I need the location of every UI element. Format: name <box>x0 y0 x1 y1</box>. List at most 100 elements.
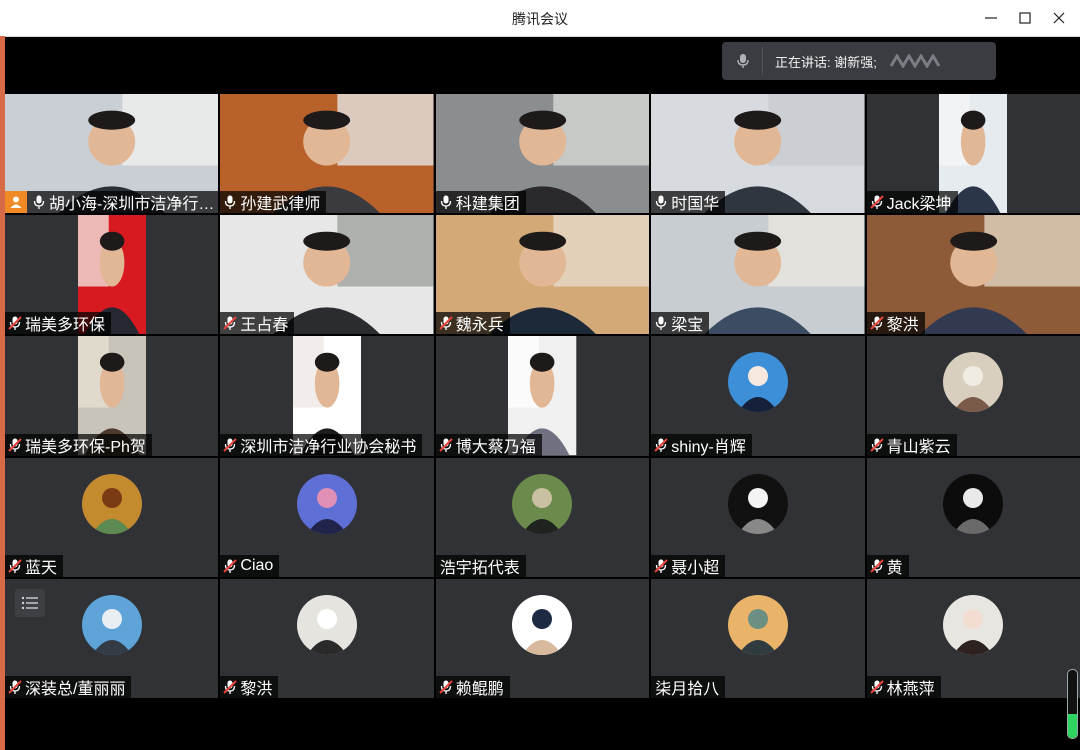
participant-name: 时国华 <box>671 196 720 214</box>
avatar-image <box>297 594 358 655</box>
microphone-muted-icon <box>869 437 884 452</box>
participant-tile[interactable]: 魏永兵 <box>435 215 650 335</box>
participant-tile[interactable]: 黄 <box>866 457 1080 577</box>
participant-tile[interactable]: 聂小超 <box>651 457 865 577</box>
participant-name: Ciao <box>240 556 274 574</box>
participant-name: 博大蔡乃福 <box>455 438 536 456</box>
microphone-muted-icon <box>439 680 453 694</box>
speaking-separator <box>762 47 763 75</box>
minimize-button[interactable] <box>976 6 1006 30</box>
close-button[interactable] <box>1044 6 1074 30</box>
participant-tile[interactable]: 孙建武律师 <box>220 94 434 214</box>
minimize-icon <box>985 17 997 19</box>
participant-tile[interactable]: 赖鲲鹏 <box>435 578 650 698</box>
participant-name-label: 柒月拾八 <box>651 675 726 698</box>
participant-name-label: 赖鲲鹏 <box>435 675 510 698</box>
avatar <box>943 594 1004 655</box>
microphone-icon <box>33 195 45 210</box>
avatar <box>727 352 788 413</box>
title-bar: 腾讯会议 <box>0 0 1080 37</box>
participant-tile[interactable]: Jack梁坤 <box>866 94 1080 214</box>
microphone-muted-icon <box>439 316 453 331</box>
avatar-image <box>727 473 788 534</box>
participant-tile[interactable]: 瑞美多环保 <box>5 215 219 335</box>
participant-name: 聂小超 <box>671 559 720 577</box>
avatar <box>943 473 1004 534</box>
participant-tile[interactable]: 时国华 <box>651 94 865 214</box>
window-title: 腾讯会议 <box>512 11 568 27</box>
participant-name-label: 浩宇拓代表 <box>435 554 526 577</box>
participant-tile[interactable]: 蓝天 <box>5 457 219 577</box>
bottom-toolbar-area <box>5 698 1080 750</box>
participant-tile[interactable]: 梁宝 <box>651 215 865 335</box>
participant-tile[interactable]: 胡小海-深圳市洁净行业协会 <box>5 94 219 214</box>
redacted-name-mark <box>889 54 941 68</box>
avatar-image <box>943 352 1004 413</box>
microphone-icon <box>225 195 236 210</box>
avatar <box>81 473 142 534</box>
participant-name-label: Jack梁坤 <box>866 191 958 214</box>
participant-tile[interactable]: 深圳市洁净行业协会秘书 <box>220 336 434 456</box>
microphone-icon <box>440 195 451 210</box>
participant-list-menu-button[interactable] <box>15 588 45 617</box>
participant-name-label: 黎洪 <box>866 312 925 335</box>
avatar <box>943 352 1004 413</box>
participant-tile[interactable]: 王占春 <box>220 215 434 335</box>
avatar <box>297 473 358 534</box>
participant-tile[interactable]: 浩宇拓代表 <box>435 457 650 577</box>
participant-name-label: 时国华 <box>651 191 726 214</box>
volume-meter <box>1067 669 1078 739</box>
volume-level-fill <box>1068 714 1077 738</box>
participant-tile[interactable]: 瑞美多环保-Ph贺 <box>5 336 219 456</box>
avatar <box>297 594 358 655</box>
participant-tile[interactable]: 黎洪 <box>220 578 434 698</box>
participant-name-label: 胡小海-深圳市洁净行业协会 <box>5 191 219 214</box>
microphone-muted-icon <box>223 316 238 331</box>
participant-name-label: 王占春 <box>220 312 295 335</box>
participant-tile[interactable]: 深装总/董丽丽 <box>5 578 219 698</box>
avatar <box>512 473 573 534</box>
participant-name: shiny-肖辉 <box>671 438 746 456</box>
participant-name-label: 魏永兵 <box>435 312 510 335</box>
microphone-muted-icon <box>869 559 884 573</box>
participant-name-label: 瑞美多环保 <box>5 312 112 335</box>
participant-name-label: shiny-肖辉 <box>651 433 752 456</box>
participant-tile[interactable]: 博大蔡乃福 <box>435 336 650 456</box>
participant-name-label: 深圳市洁净行业协会秘书 <box>220 433 423 456</box>
participant-name-label: 黄 <box>866 554 909 577</box>
participant-name-label: 孙建武律师 <box>220 191 327 214</box>
avatar-image <box>943 594 1004 655</box>
microphone-muted-icon <box>869 680 884 694</box>
participant-name: 林燕萍 <box>886 680 935 698</box>
participant-tile[interactable]: Ciao <box>220 457 434 577</box>
participant-tile[interactable]: 林燕萍 <box>866 578 1080 698</box>
avatar-image <box>512 473 573 534</box>
participant-name-label: 青山紫云 <box>866 433 957 456</box>
participant-tile[interactable]: 青山紫云 <box>866 336 1080 456</box>
microphone-muted-icon <box>223 559 238 573</box>
participant-name: 梁宝 <box>671 317 704 335</box>
participant-name-label: 聂小超 <box>651 554 726 577</box>
participant-name: 瑞美多环保 <box>25 317 106 335</box>
participant-name: 科建集团 <box>455 196 520 214</box>
participant-name: 黎洪 <box>886 317 919 335</box>
participant-tile[interactable]: 黎洪 <box>866 215 1080 335</box>
participant-tile[interactable]: 柒月拾八 <box>651 578 865 698</box>
microphone-muted-icon <box>8 437 22 452</box>
avatar-image <box>727 352 788 413</box>
microphone-muted-icon <box>654 437 668 452</box>
participant-name-label: 蓝天 <box>5 554 64 577</box>
participant-name-label: 科建集团 <box>435 191 526 214</box>
participant-name: 青山紫云 <box>886 438 951 456</box>
participant-tile[interactable]: shiny-肖辉 <box>651 336 865 456</box>
participant-name: 浩宇拓代表 <box>439 559 520 577</box>
microphone-icon <box>656 195 667 210</box>
maximize-button[interactable] <box>1010 6 1040 30</box>
speaking-indicator: 正在讲话: 谢新强; <box>722 42 996 80</box>
participant-name: 深圳市洁净行业协会秘书 <box>240 438 417 456</box>
participant-tile[interactable]: 科建集团 <box>435 94 650 214</box>
avatar-image <box>727 594 788 655</box>
speaking-text: 正在讲话: 谢新强; <box>775 54 877 70</box>
microphone-muted-icon <box>223 437 238 452</box>
host-badge <box>5 191 27 214</box>
